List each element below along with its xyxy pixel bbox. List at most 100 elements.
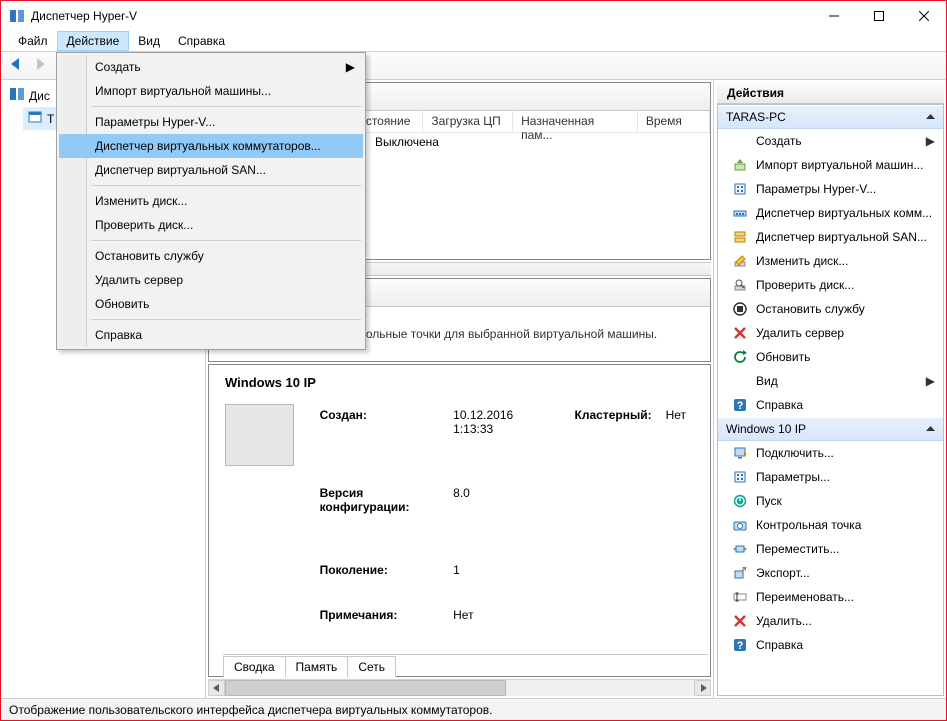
action-label: Удалить сервер xyxy=(756,326,844,340)
menu-item[interactable]: Проверить диск... xyxy=(59,213,363,237)
menu-item[interactable]: Импорт виртуальной машины... xyxy=(59,79,363,103)
menu-item-label: Изменить диск... xyxy=(95,194,187,208)
column-header[interactable]: Время xyxy=(638,111,710,132)
action-label: Импорт виртуальной машин... xyxy=(756,158,923,172)
action-move[interactable]: Переместить... xyxy=(718,537,943,561)
action-label: Обновить xyxy=(756,350,810,364)
help-icon: ? xyxy=(732,397,748,413)
action-import[interactable]: Импорт виртуальной машин... xyxy=(718,153,943,177)
detail-key: Создан: xyxy=(314,406,446,482)
tree-root-label: Дис xyxy=(29,89,50,103)
menu-item[interactable]: Справка xyxy=(59,323,363,347)
action-label: Остановить службу xyxy=(756,302,865,316)
column-header[interactable]: Назначенная пам... xyxy=(513,111,638,132)
scroll-thumb[interactable] xyxy=(225,680,506,696)
remove-icon xyxy=(732,325,748,341)
submenu-arrow-icon: ▶ xyxy=(346,60,355,74)
action-edit[interactable]: Изменить диск... xyxy=(718,249,943,273)
view-icon xyxy=(732,373,748,389)
menu-item[interactable]: Изменить диск... xyxy=(59,189,363,213)
action-label: Диспетчер виртуальной SAN... xyxy=(756,230,927,244)
action-label: Экспорт... xyxy=(756,566,810,580)
scroll-right-button[interactable] xyxy=(694,680,711,696)
scroll-track[interactable] xyxy=(225,680,694,696)
action-settings[interactable]: Параметры Hyper-V... xyxy=(718,177,943,201)
detail-key: Версия конфигурации: xyxy=(314,484,446,560)
menu-item[interactable]: Параметры Hyper-V... xyxy=(59,110,363,134)
detail-value: 1 xyxy=(447,561,546,603)
action-view[interactable]: Вид▶ xyxy=(718,369,943,393)
action-remove[interactable]: Удалить сервер xyxy=(718,321,943,345)
action-inspect[interactable]: Проверить диск... xyxy=(718,273,943,297)
status-bar: Отображение пользовательского интерфейса… xyxy=(1,698,946,720)
actions-pane: Действия TARAS-PC Создать▶ Импорт виртуаль… xyxy=(714,80,946,698)
menu-item-label: Диспетчер виртуальных коммутаторов... xyxy=(95,139,321,153)
action-export[interactable]: Экспорт... xyxy=(718,561,943,585)
collapse-arrow-icon xyxy=(926,422,935,436)
new-icon xyxy=(732,133,748,149)
action-settings[interactable]: Параметры... xyxy=(718,465,943,489)
import-icon xyxy=(732,157,748,173)
menu-separator xyxy=(91,185,361,186)
detail-key: Кластерный: xyxy=(569,406,658,648)
delete-icon xyxy=(732,613,748,629)
action-refresh[interactable]: Обновить xyxy=(718,345,943,369)
action-new[interactable]: Создать▶ xyxy=(718,129,943,153)
menu-item-label: Создать xyxy=(95,60,141,74)
actions-group-name: TARAS-PC xyxy=(726,110,786,124)
nav-back-button[interactable] xyxy=(7,56,27,75)
window-title: Диспетчер Hyper-V xyxy=(31,9,811,23)
vm-state-cell: Выключена xyxy=(367,133,457,153)
menu-item[interactable]: Остановить службу xyxy=(59,244,363,268)
close-button[interactable] xyxy=(901,1,946,31)
help-icon: ? xyxy=(732,637,748,653)
minimize-button[interactable] xyxy=(811,1,856,31)
details-table-right: Кластерный:Нет xyxy=(567,404,694,650)
maximize-button[interactable] xyxy=(856,1,901,31)
menu-вид[interactable]: Вид xyxy=(129,31,169,51)
action-delete[interactable]: Удалить... xyxy=(718,609,943,633)
actions-group-name: Windows 10 IP xyxy=(726,422,806,436)
actions-group-header[interactable]: TARAS-PC xyxy=(718,105,943,129)
export-icon xyxy=(732,565,748,581)
action-stop[interactable]: Остановить службу xyxy=(718,297,943,321)
menu-item[interactable]: Обновить xyxy=(59,292,363,316)
actions-group-header[interactable]: Windows 10 IP xyxy=(718,417,943,441)
tab-Сеть[interactable]: Сеть xyxy=(347,656,396,677)
scroll-left-button[interactable] xyxy=(208,680,225,696)
menu-item[interactable]: Создать ▶ xyxy=(59,55,363,79)
menu-файл[interactable]: Файл xyxy=(9,31,57,51)
menu-справка[interactable]: Справка xyxy=(169,31,234,51)
tab-Память[interactable]: Память xyxy=(285,656,349,677)
action-label: Переместить... xyxy=(756,542,840,556)
actions-pane-title: Действия xyxy=(717,82,944,104)
nav-fwd-button[interactable] xyxy=(31,56,51,75)
action-san[interactable]: Диспетчер виртуальной SAN... xyxy=(718,225,943,249)
action-help[interactable]: ?Справка xyxy=(718,393,943,417)
details-vm-name: Windows 10 IP xyxy=(209,365,710,398)
menu-действие[interactable]: Действие xyxy=(57,31,130,51)
tab-Сводка[interactable]: Сводка xyxy=(223,656,286,677)
move-icon xyxy=(732,541,748,557)
submenu-arrow-icon: ▶ xyxy=(926,374,935,388)
start-icon xyxy=(732,493,748,509)
menubar: ФайлДействиеВидСправка xyxy=(1,31,946,52)
action-rename[interactable]: Переименовать... xyxy=(718,585,943,609)
detail-value: 8.0 xyxy=(447,484,546,560)
menu-item-label: Удалить сервер xyxy=(95,273,183,287)
horizontal-scrollbar[interactable] xyxy=(208,679,711,696)
snapshot-icon xyxy=(732,517,748,533)
app-icon xyxy=(9,8,25,24)
action-connect[interactable]: Подключить... xyxy=(718,441,943,465)
stop-icon xyxy=(732,301,748,317)
action-start[interactable]: Пуск xyxy=(718,489,943,513)
menu-separator xyxy=(91,106,361,107)
refresh-icon xyxy=(732,349,748,365)
menu-item[interactable]: Диспетчер виртуальной SAN... xyxy=(59,158,363,182)
column-header[interactable]: Загрузка ЦП xyxy=(423,111,513,132)
action-help[interactable]: ?Справка xyxy=(718,633,943,657)
action-vswitch[interactable]: Диспетчер виртуальных комм... xyxy=(718,201,943,225)
action-snapshot[interactable]: Контрольная точка xyxy=(718,513,943,537)
menu-item[interactable]: Диспетчер виртуальных коммутаторов... xyxy=(59,134,363,158)
menu-item[interactable]: Удалить сервер xyxy=(59,268,363,292)
